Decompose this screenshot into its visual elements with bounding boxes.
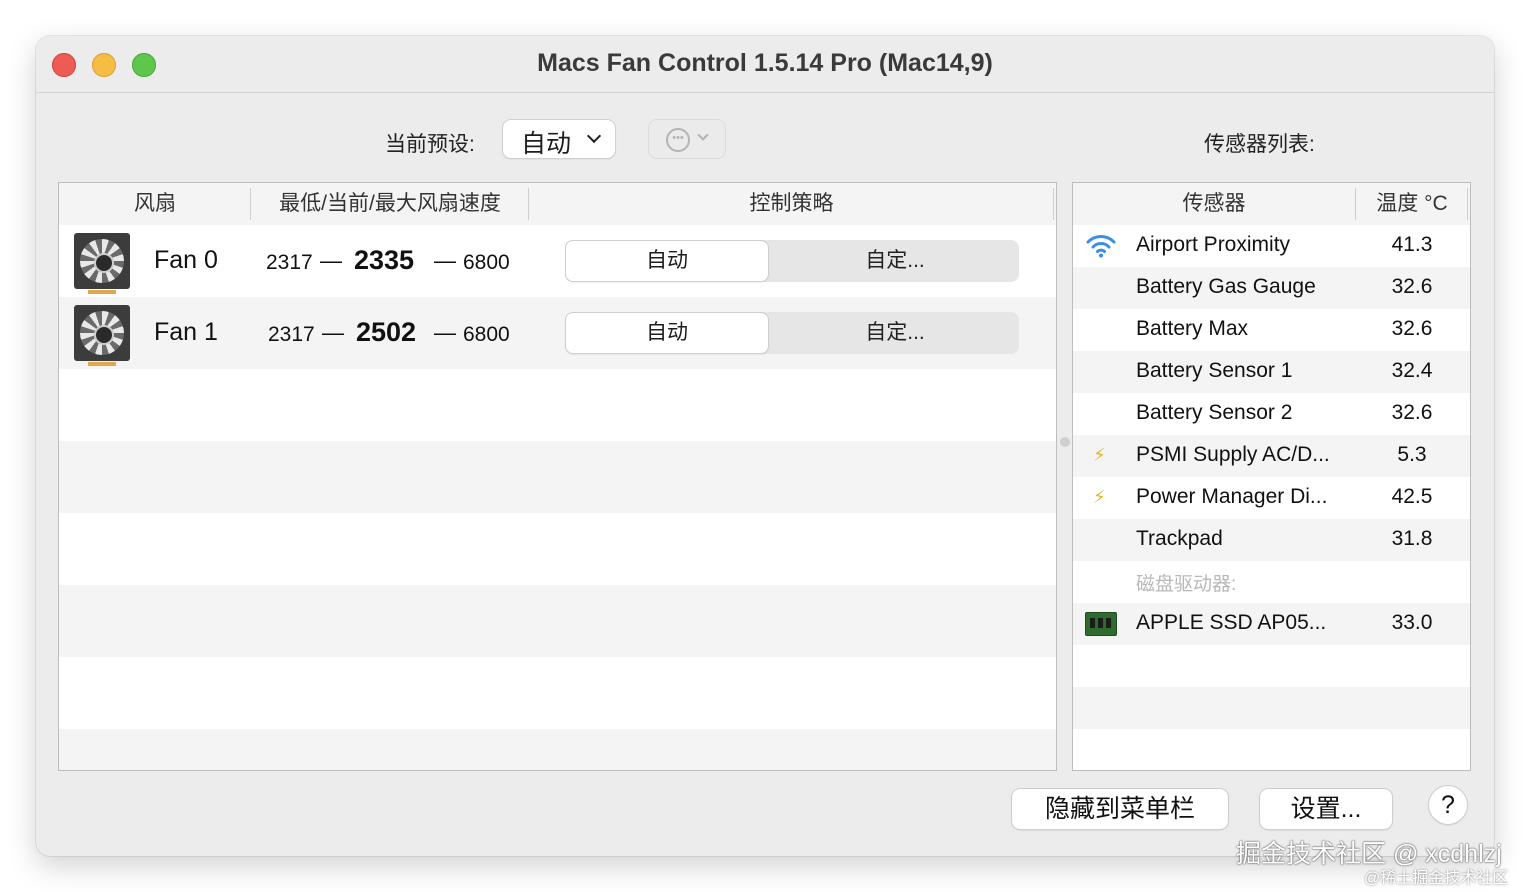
fan-icon (74, 233, 130, 294)
sensor-group-row: 磁盘驱动器: (1073, 561, 1470, 603)
speed-separator: — (320, 248, 342, 273)
auto-mode-button[interactable]: 自动 (566, 241, 768, 281)
sensor-name: Battery Sensor 1 (1136, 359, 1293, 382)
sensor-row[interactable]: APPLE SSD AP05... 33.0 (1073, 603, 1470, 645)
empty-row (59, 585, 1056, 657)
fan-current-speed: 2502 (356, 317, 417, 347)
speed-separator: — (434, 320, 456, 345)
empty-row (1073, 729, 1470, 770)
app-window: Macs Fan Control 1.5.14 Pro (Mac14,9) 当前… (36, 36, 1494, 856)
sensor-row[interactable]: Battery Sensor 1 32.4 (1073, 351, 1470, 393)
empty-row (59, 729, 1056, 770)
sensor-value: 32.6 (1391, 401, 1433, 424)
sensor-name: Battery Max (1136, 317, 1249, 340)
chevron-down-icon (586, 128, 602, 144)
sensor-name: Battery Gas Gauge (1136, 275, 1316, 298)
fan-name: Fan 1 (154, 318, 218, 346)
sensors-label: 传感器列表: (1204, 133, 1315, 156)
ssd-icon (1085, 612, 1117, 636)
window-title: Macs Fan Control 1.5.14 Pro (Mac14,9) (537, 49, 993, 77)
ellipsis-icon: ••• (666, 128, 690, 152)
sensor-row[interactable]: ⚡ PSMI Supply AC/D... 5.3 (1073, 435, 1470, 477)
sensor-name: Battery Sensor 2 (1136, 401, 1293, 424)
auto-mode-button[interactable]: 自动 (566, 313, 768, 353)
hide-to-menubar-button[interactable]: 隐藏到菜单栏 (1012, 789, 1228, 829)
empty-row (59, 513, 1056, 585)
chevron-down-icon (697, 129, 709, 141)
fan-control-segmented: 自动 自定... (565, 240, 1019, 282)
column-header-control[interactable]: 控制策略 (529, 183, 1054, 225)
sensor-value: 33.0 (1391, 611, 1433, 634)
sensor-name: Power Manager Di... (1136, 485, 1328, 508)
settings-button[interactable]: 设置... (1260, 789, 1392, 829)
fan-icon (74, 305, 130, 366)
sensors-table: 传感器 温度 °C Airport Proximity 41.3 Battery… (1072, 182, 1471, 771)
split-view-divider[interactable] (1060, 437, 1070, 447)
column-header-temperature[interactable]: 温度 °C (1356, 183, 1468, 225)
column-header-sensor[interactable]: 传感器 (1073, 183, 1355, 225)
sensor-value: 32.6 (1391, 317, 1433, 340)
empty-row (1073, 687, 1470, 729)
fan-name: Fan 0 (154, 246, 218, 274)
speed-separator: — (434, 248, 456, 273)
preset-label: 当前预设: (385, 133, 475, 156)
sensor-name: Trackpad (1136, 527, 1223, 550)
column-header-fan[interactable]: 风扇 (59, 183, 251, 225)
fan-max-speed: 6800 (463, 251, 510, 274)
sensor-row[interactable]: Battery Max 32.6 (1073, 309, 1470, 351)
fans-table-header: 风扇 最低/当前/最大风扇速度 控制策略 (59, 183, 1056, 225)
watermark-subtext: @稀土掘金技术社区 (1364, 870, 1509, 887)
empty-row (1073, 645, 1470, 687)
sensor-value: 31.8 (1391, 527, 1433, 550)
sensor-row[interactable]: ⚡ Power Manager Di... 42.5 (1073, 477, 1470, 519)
fan-control-segmented: 自动 自定... (565, 312, 1019, 354)
sensor-row[interactable]: Battery Sensor 2 32.6 (1073, 393, 1470, 435)
fan-min-speed: 2317 (266, 251, 313, 274)
preset-value: 自动 (521, 130, 572, 158)
fan-current-speed: 2335 (354, 245, 415, 275)
sensor-name: APPLE SSD AP05... (1136, 611, 1327, 634)
sensor-row[interactable]: Battery Gas Gauge 32.6 (1073, 267, 1470, 309)
lightning-icon: ⚡ (1093, 445, 1106, 465)
sensor-value: 41.3 (1391, 233, 1433, 256)
preset-dropdown[interactable]: 自动 (503, 120, 615, 158)
speed-separator: — (322, 320, 344, 345)
sensor-name: PSMI Supply AC/D... (1136, 443, 1330, 466)
fan-min-speed: 2317 (268, 323, 315, 346)
sensor-value: 32.4 (1391, 359, 1433, 382)
fan-row[interactable]: Fan 1 2317 — 2502 — 6800 自动 自定... (59, 297, 1056, 369)
column-header-speed[interactable]: 最低/当前/最大风扇速度 (251, 183, 529, 225)
title-bar: Macs Fan Control 1.5.14 Pro (Mac14,9) (36, 36, 1494, 93)
empty-row (59, 369, 1056, 441)
sensor-row[interactable]: Airport Proximity 41.3 (1073, 225, 1470, 267)
sensor-name: Airport Proximity (1136, 233, 1291, 256)
fan-row[interactable]: Fan 0 2317 — 2335 — 6800 自动 自定... (59, 225, 1056, 297)
lightning-icon: ⚡ (1093, 487, 1106, 507)
sensor-value: 5.3 (1397, 443, 1427, 466)
fans-table: 风扇 最低/当前/最大风扇速度 控制策略 Fan 0 2317 — 2335 —… (58, 182, 1057, 771)
empty-row (59, 441, 1056, 513)
sensor-row[interactable]: Trackpad 31.8 (1073, 519, 1470, 561)
fan-max-speed: 6800 (463, 323, 510, 346)
empty-row (59, 657, 1056, 729)
custom-mode-button[interactable]: 自定... (771, 241, 1019, 281)
preset-options-button[interactable]: ••• (649, 120, 725, 158)
wifi-icon (1086, 235, 1116, 258)
sensor-value: 32.6 (1391, 275, 1433, 298)
custom-mode-button[interactable]: 自定... (771, 313, 1019, 353)
help-button[interactable]: ? (1429, 786, 1467, 824)
sensors-table-header: 传感器 温度 °C (1073, 183, 1470, 225)
sensor-value: 42.5 (1391, 485, 1433, 508)
group-label-disks: 磁盘驱动器: (1136, 574, 1237, 595)
